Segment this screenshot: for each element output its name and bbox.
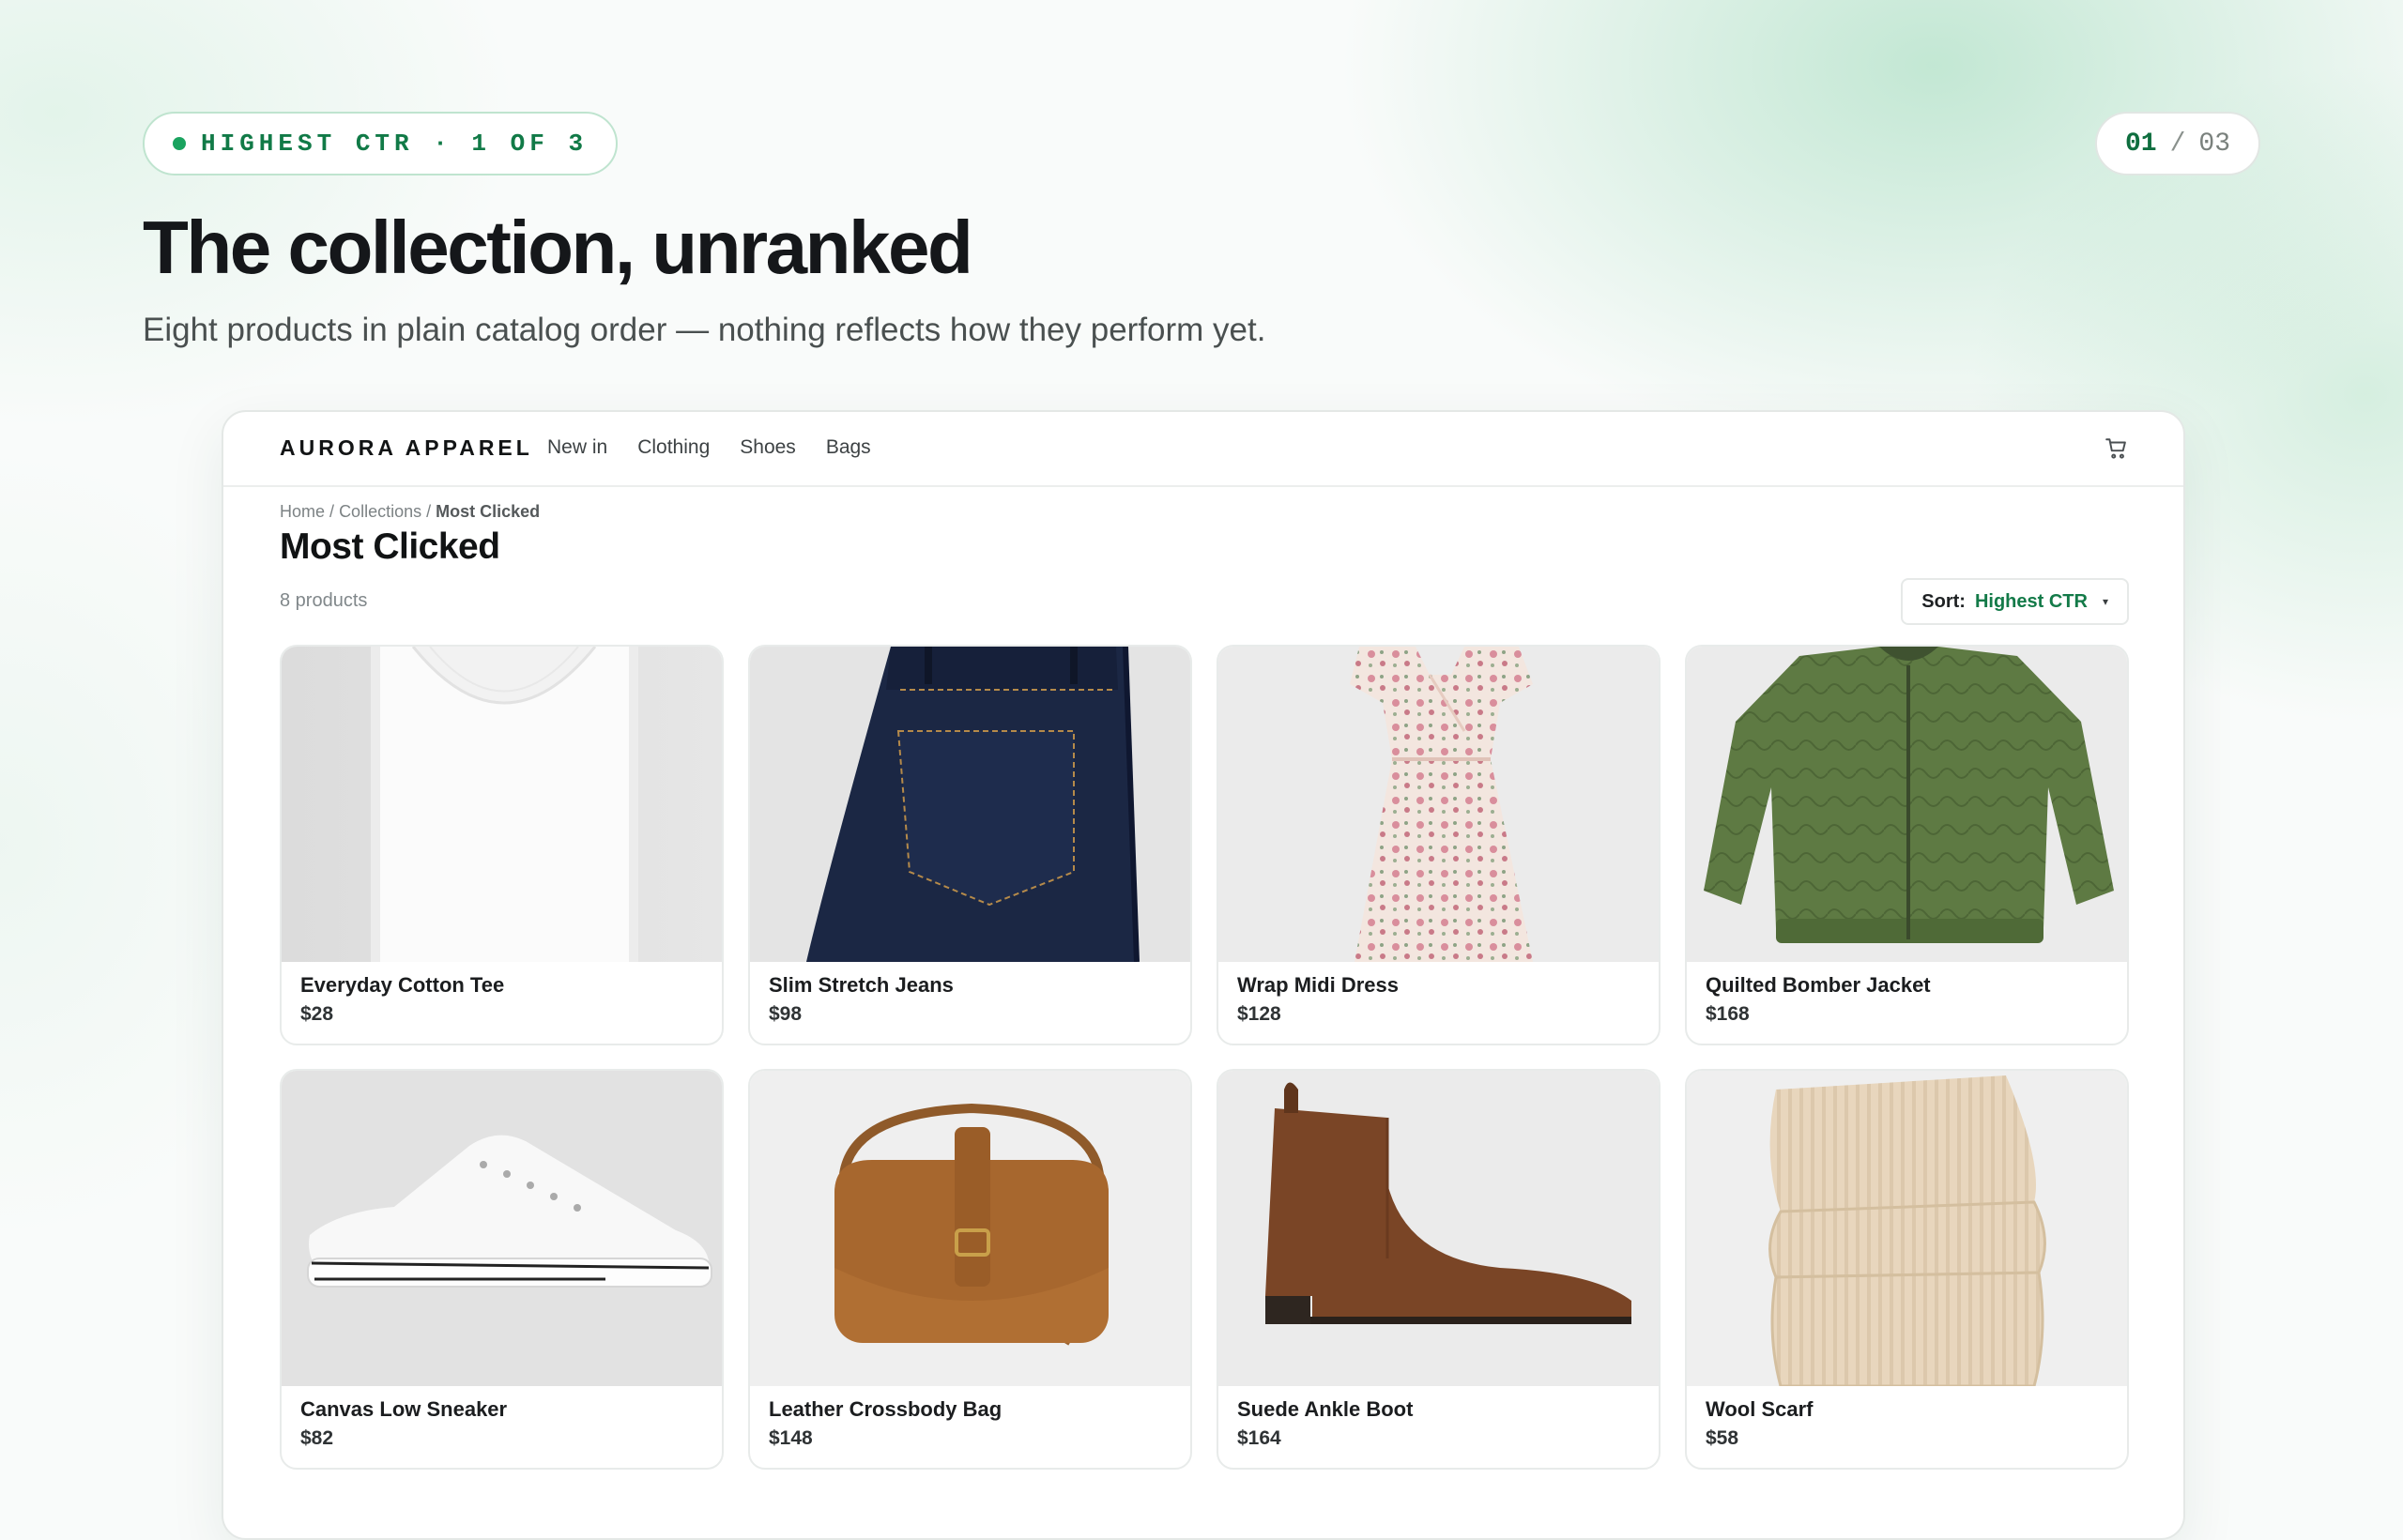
product-card-slim-stretch-jeans[interactable]: Slim Stretch Jeans $98	[748, 645, 1192, 1045]
product-image-bag	[750, 1071, 1190, 1386]
product-name: Wool Scarf	[1706, 1397, 1814, 1421]
nav-link-bags[interactable]: Bags	[826, 436, 871, 459]
sort-value: Highest CTR	[1974, 590, 2088, 612]
product-card-wrap-midi-dress[interactable]: Wrap Midi Dress $128	[1217, 645, 1661, 1045]
product-name: Quilted Bomber Jacket	[1706, 973, 1931, 997]
product-count: 8 products	[280, 590, 368, 611]
product-card-quilted-bomber-jacket[interactable]: Quilted Bomber Jacket $168	[1685, 645, 2129, 1045]
sort-dropdown[interactable]: Sort: Highest CTR ▾	[1901, 578, 2129, 625]
product-card-canvas-low-sneaker[interactable]: Canvas Low Sneaker $82	[280, 1069, 724, 1470]
product-price: $128	[1237, 1003, 1281, 1025]
breadcrumb: Home / Collections / Most Clicked	[280, 502, 540, 522]
pill-label: HIGHEST CTR · 1 OF 3	[201, 130, 589, 158]
product-name: Everyday Cotton Tee	[300, 973, 505, 997]
product-image-jeans	[750, 647, 1190, 962]
product-image-dress	[1218, 647, 1659, 962]
nav-link-new-in[interactable]: New in	[547, 436, 607, 459]
sort-label: Sort:	[1921, 590, 1966, 612]
counter-total: 03	[2198, 129, 2231, 159]
collection-title: Most Clicked	[280, 526, 500, 567]
store-top-nav: AURORA APPAREL New in Clothing Shoes Bag…	[223, 412, 2183, 487]
ctr-pill-badge: HIGHEST CTR · 1 OF 3	[143, 112, 619, 175]
product-price: $168	[1706, 1003, 1750, 1025]
product-price: $148	[769, 1427, 813, 1449]
status-dot	[173, 137, 186, 150]
product-image-boot	[1218, 1071, 1659, 1386]
product-card-suede-ankle-boot[interactable]: Suede Ankle Boot $164	[1217, 1069, 1661, 1470]
counter-separator: /	[2169, 129, 2186, 159]
product-image-scarf	[1687, 1071, 2127, 1386]
product-name: Slim Stretch Jeans	[769, 973, 954, 997]
breadcrumb-separator: /	[426, 502, 432, 521]
slide-headline: The collection, unranked	[143, 206, 973, 289]
storefront-window: AURORA APPAREL New in Clothing Shoes Bag…	[222, 410, 2185, 1540]
counter-current: 01	[2124, 129, 2157, 159]
breadcrumb-collections[interactable]: Collections	[339, 502, 421, 521]
breadcrumb-separator: /	[329, 502, 335, 521]
product-card-leather-crossbody-bag[interactable]: Leather Crossbody Bag $148	[748, 1069, 1192, 1470]
product-card-wool-scarf[interactable]: Wool Scarf $58	[1685, 1069, 2129, 1470]
breadcrumb-home[interactable]: Home	[280, 502, 325, 521]
product-name: Canvas Low Sneaker	[300, 1397, 508, 1421]
cart-icon[interactable]	[2105, 436, 2129, 461]
product-price: $98	[769, 1003, 803, 1025]
store-brand-logo[interactable]: AURORA APPAREL	[280, 435, 533, 461]
product-name: Suede Ankle Boot	[1237, 1397, 1414, 1421]
product-price: $58	[1706, 1427, 1739, 1449]
product-price: $28	[300, 1003, 334, 1025]
product-image-bomber	[1687, 647, 2127, 962]
product-name: Wrap Midi Dress	[1237, 973, 1399, 997]
slide-subheadline: Eight products in plain catalog order — …	[143, 312, 1266, 348]
breadcrumb-current: Most Clicked	[436, 502, 541, 521]
chevron-down-icon: ▾	[2102, 595, 2108, 608]
product-price: $82	[300, 1427, 334, 1449]
product-card-everyday-cotton-tee[interactable]: Everyday Cotton Tee $28	[280, 645, 724, 1045]
product-price: $164	[1237, 1427, 1281, 1449]
slide-counter: 01 / 03	[2095, 112, 2260, 175]
nav-link-clothing[interactable]: Clothing	[637, 436, 710, 459]
product-image-sneaker	[282, 1071, 722, 1386]
store-nav-links: New in Clothing Shoes Bags	[547, 436, 871, 459]
product-name: Leather Crossbody Bag	[769, 1397, 1003, 1421]
nav-link-shoes[interactable]: Shoes	[740, 436, 796, 459]
product-image-tee	[282, 647, 722, 962]
